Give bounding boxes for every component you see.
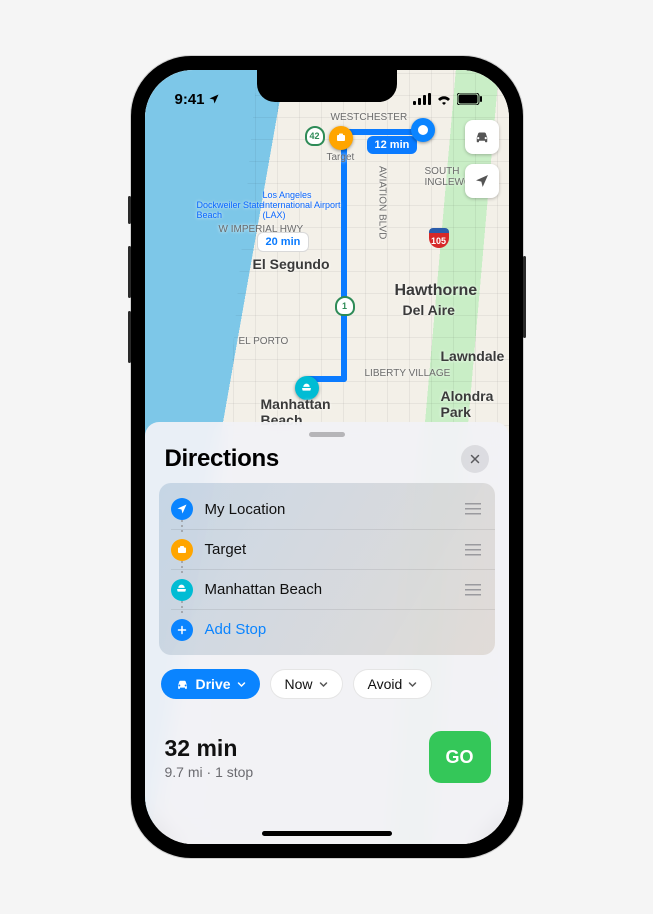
- phone-frame: 9:41 12 min 20 min: [131, 56, 523, 858]
- map-label: W IMPERIAL HWY: [219, 224, 304, 235]
- map-label: Target: [327, 152, 355, 163]
- stop-row[interactable]: Target: [171, 529, 495, 569]
- plus-icon: [171, 619, 193, 641]
- stop-label: Target: [205, 541, 247, 558]
- route-options: Drive Now Avoid: [161, 669, 495, 699]
- pin-origin[interactable]: [411, 118, 435, 142]
- stop-label: Add Stop: [205, 621, 267, 638]
- go-button[interactable]: GO: [429, 731, 491, 783]
- stop-row[interactable]: My Location: [171, 489, 495, 529]
- route-eta-badge[interactable]: 20 min: [257, 232, 310, 252]
- map-label: Del Aire: [403, 302, 455, 318]
- silent-switch: [128, 196, 131, 224]
- notch: [257, 70, 397, 102]
- transport-mode-label: Drive: [196, 676, 231, 692]
- route-summary: 32 min 9.7 mi · 1 stop GO: [159, 731, 495, 783]
- power-btn: [523, 256, 526, 338]
- car-icon: [473, 128, 491, 146]
- map-label: Hawthorne: [395, 282, 478, 300]
- stop-row[interactable]: Manhattan Beach: [171, 569, 495, 609]
- location-arrow-icon: [474, 173, 490, 189]
- avoid-options-label: Avoid: [368, 676, 403, 692]
- status-time: 9:41: [175, 91, 205, 108]
- cellular-icon: [413, 93, 431, 105]
- sheet-grabber[interactable]: [309, 432, 345, 437]
- recenter-button[interactable]: [465, 164, 499, 198]
- wifi-icon: [436, 93, 452, 105]
- avoid-options-picker[interactable]: Avoid: [353, 669, 433, 699]
- home-indicator[interactable]: [262, 831, 392, 836]
- transport-mode-picker[interactable]: Drive: [161, 669, 260, 699]
- close-button[interactable]: [461, 445, 489, 473]
- battery-icon: [457, 93, 483, 105]
- map-label: Lawndale: [441, 348, 505, 364]
- state-route-shield: 1: [335, 296, 355, 316]
- stop-label: Manhattan Beach: [205, 581, 323, 598]
- map-label: LIBERTY VILLAGE: [365, 368, 451, 379]
- depart-time-picker[interactable]: Now: [270, 669, 343, 699]
- map-label: EL PORTO: [239, 336, 289, 347]
- summary-details: 9.7 mi · 1 stop: [165, 764, 254, 780]
- add-stop-row[interactable]: Add Stop: [171, 609, 495, 649]
- route-eta-badge[interactable]: 12 min: [367, 136, 418, 154]
- sheet-title: Directions: [165, 445, 279, 473]
- reorder-handle[interactable]: [465, 503, 481, 515]
- stops-list: My Location Target Manhattan Beach Add Stop: [159, 483, 495, 655]
- map-label: Los Angeles International Airport (LAX): [263, 190, 353, 220]
- chevron-down-icon: [237, 680, 246, 689]
- chevron-down-icon: [408, 680, 417, 689]
- volume-up-btn: [128, 246, 131, 298]
- map-label: Alondra Park: [441, 388, 509, 420]
- state-route-shield: 42: [305, 126, 325, 146]
- directions-sheet[interactable]: Directions My Location Target Manhattan Be…: [145, 422, 509, 844]
- reorder-handle[interactable]: [465, 584, 481, 596]
- pin-stop-target[interactable]: [329, 126, 353, 150]
- car-icon: [175, 677, 190, 692]
- stop-label: My Location: [205, 501, 286, 518]
- depart-time-label: Now: [285, 676, 313, 692]
- map-label: El Segundo: [253, 256, 330, 272]
- map-mode-button[interactable]: [465, 120, 499, 154]
- volume-down-btn: [128, 311, 131, 363]
- interstate-shield: 105: [429, 228, 449, 248]
- reorder-handle[interactable]: [465, 544, 481, 556]
- go-button-label: GO: [445, 747, 473, 768]
- close-icon: [469, 453, 481, 465]
- screen: 9:41 12 min 20 min: [145, 70, 509, 844]
- map-label: AVIATION BLVD: [377, 166, 388, 239]
- chevron-down-icon: [319, 680, 328, 689]
- summary-duration: 32 min: [165, 735, 254, 762]
- location-arrow-icon: [208, 93, 220, 105]
